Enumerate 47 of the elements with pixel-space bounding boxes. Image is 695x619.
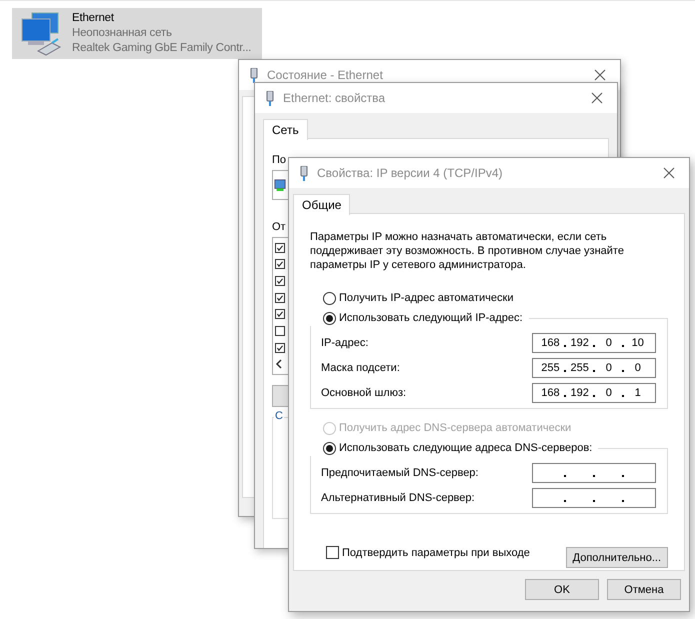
tab[interactable]: Общие bbox=[293, 194, 350, 215]
checkbox[interactable] bbox=[275, 309, 285, 320]
group-label: С bbox=[274, 410, 284, 422]
input-field[interactable] bbox=[532, 488, 656, 508]
checkbox[interactable] bbox=[275, 292, 285, 303]
radio-option[interactable]: Использовать следующий IP-адрес: bbox=[310, 310, 523, 326]
close-icon bbox=[591, 92, 603, 104]
window-title: Состояние - Ethernet bbox=[267, 68, 384, 82]
plug-icon bbox=[299, 166, 309, 180]
field-label: Основной шлюз: bbox=[321, 387, 406, 399]
tab[interactable]: Сеть bbox=[263, 119, 308, 140]
checkbox[interactable] bbox=[275, 326, 285, 336]
checkbox[interactable] bbox=[275, 276, 285, 286]
field-label: Альтернативный DNS-сервер: bbox=[321, 492, 475, 504]
field-label: Маска подсети: bbox=[321, 362, 400, 374]
section-label: От bbox=[272, 220, 286, 234]
plug-icon bbox=[265, 90, 275, 106]
field-label: Предпочитаемый DNS-сервер: bbox=[321, 467, 478, 479]
input-field[interactable]: 255 255 0 0 bbox=[532, 358, 656, 378]
radio-option[interactable]: Использовать следующие адреса DNS-серверов: bbox=[310, 440, 592, 456]
input-field[interactable] bbox=[532, 463, 656, 483]
input-field[interactable]: 168 192 0 1 bbox=[532, 383, 656, 403]
network-adapter-item[interactable]: Ethernet Неопознанная сеть Realtek Gaming GbE Family Contr... bbox=[12, 8, 262, 59]
network-status: Неопознанная сеть bbox=[72, 26, 173, 41]
plug-icon bbox=[249, 68, 259, 82]
scroll-left-icon bbox=[275, 359, 283, 370]
input-field[interactable]: 168 192 0 10 bbox=[532, 333, 656, 353]
field-label: IP-адрес: bbox=[321, 337, 368, 349]
radio-option[interactable]: Получить IP-адрес автоматически bbox=[310, 290, 668, 306]
checkbox[interactable] bbox=[275, 342, 285, 353]
check-icon bbox=[276, 344, 284, 352]
close-icon bbox=[594, 69, 606, 81]
radio-option: Получить адрес DNS-сервера автоматически bbox=[310, 420, 668, 436]
cancel-button[interactable]: Отмена bbox=[607, 579, 681, 600]
section-label: По bbox=[272, 153, 286, 167]
network-card-icon bbox=[274, 179, 286, 191]
description-text: Параметры IP можно назначать автоматически, если сеть поддерживает эту возможность. В противном случае узнайте параметры IP у сетевого администратора. bbox=[310, 230, 625, 272]
checkbox[interactable] bbox=[275, 259, 285, 270]
checkbox[interactable] bbox=[275, 242, 285, 253]
close-icon bbox=[663, 167, 675, 179]
advanced-button[interactable]: Дополнительно... bbox=[566, 547, 668, 568]
ok-button[interactable]: OK bbox=[525, 579, 599, 600]
checkbox-option[interactable]: Подтвердить параметры при выходе bbox=[310, 546, 530, 559]
adapter-name: Ethernet bbox=[72, 11, 115, 26]
window-title: Ethernet: свойства bbox=[283, 91, 386, 105]
window-title: Свойства: IP версии 4 (TCP/IPv4) bbox=[317, 166, 504, 180]
adapter-description: Realtek Gaming GbE Family Contr... bbox=[72, 41, 252, 56]
